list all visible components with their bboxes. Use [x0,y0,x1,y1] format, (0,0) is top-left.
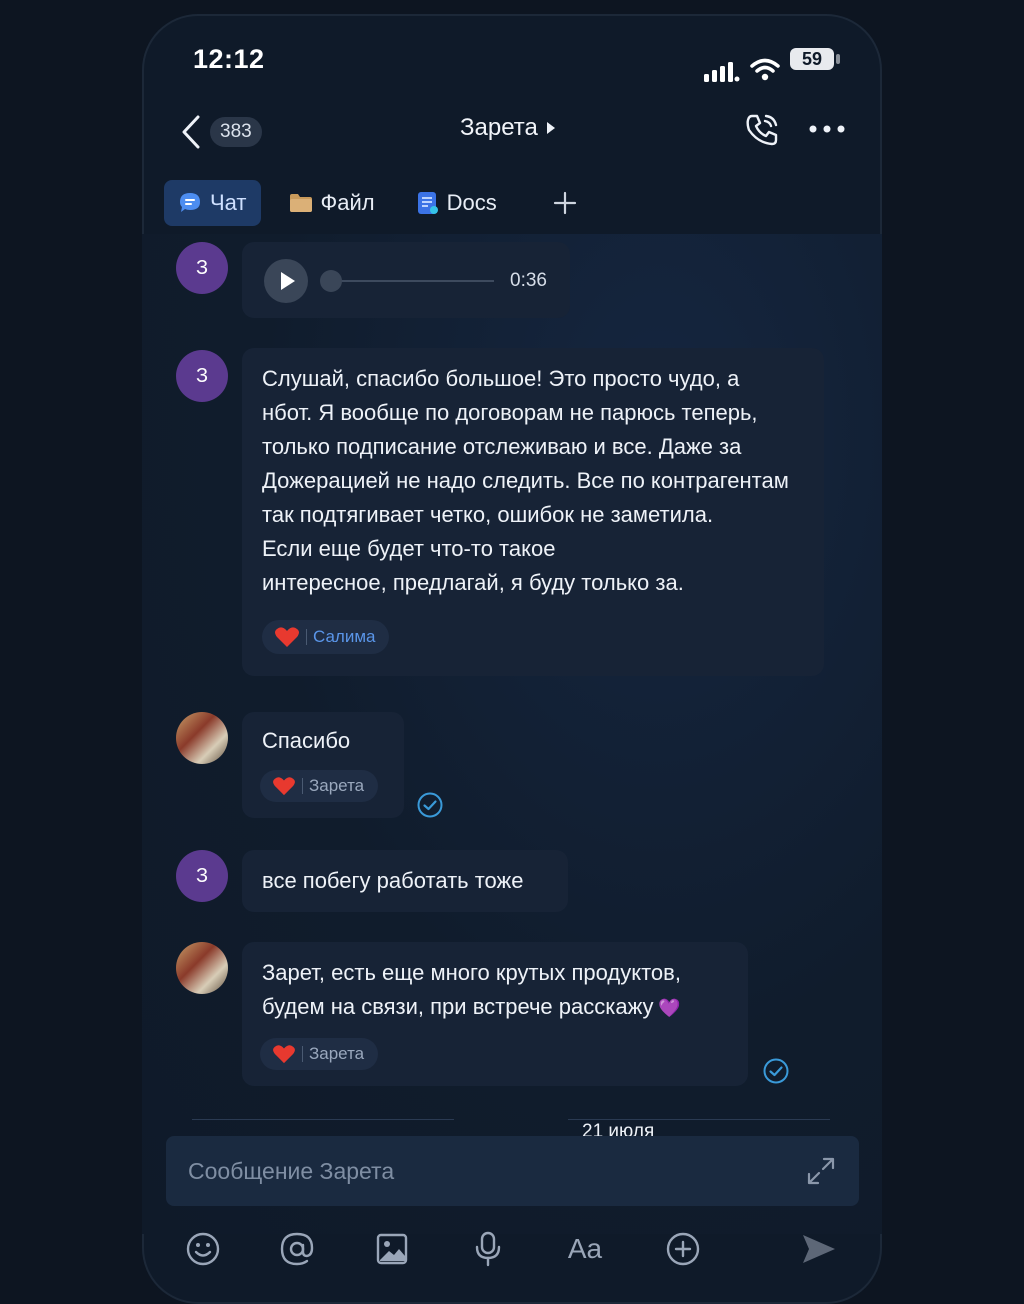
text-format-button[interactable]: Aa [560,1224,610,1274]
send-icon [803,1235,835,1263]
reaction-separator [302,1046,303,1062]
reaction-separator [306,629,307,645]
reaction-badge[interactable]: Салима [262,620,390,654]
message-text: все побегу работать тоже [262,868,524,893]
phone-call-icon [746,114,778,146]
tab-bar: Чат Файл Docs [164,180,605,226]
heart-icon [273,1045,295,1064]
reaction-badge[interactable]: Зарета [260,1038,379,1070]
tab-chat[interactable]: Чат [164,180,261,226]
reaction-separator [302,778,303,794]
wifi-icon [750,58,780,81]
plus-circle-icon [666,1232,700,1266]
audio-duration: 0:36 [510,270,547,291]
purple-heart-emoji: 💜 [658,998,681,1018]
chat-title-text: Зарета [460,114,538,141]
plus-icon [553,191,576,215]
more-options-button[interactable] [808,122,846,140]
battery-tip [836,54,840,64]
avatar[interactable] [176,712,228,764]
reaction-user: Зарета [309,776,365,795]
composer-toolbar: Aa [142,1224,882,1284]
divider-line [568,1119,830,1120]
chat-title[interactable]: Зарета [460,114,556,142]
battery-indicator: 59 [790,48,834,70]
voice-record-button[interactable] [463,1224,513,1274]
status-bar: 12:12 59 [142,14,882,104]
call-button[interactable] [744,112,780,153]
caret-right-icon [546,122,555,134]
message-bubble: Слушай, спасибо большое! Это просто чудо… [242,348,824,676]
play-icon [281,272,295,290]
reaction-user: Зарета [309,1044,365,1063]
avatar[interactable]: З [176,350,228,402]
expand-arrows-icon [807,1157,835,1185]
send-button[interactable] [794,1224,844,1274]
message-bubble: Спасибо Зарета [242,712,404,818]
reaction-user: Салима [313,627,376,646]
mention-button[interactable] [272,1224,322,1274]
image-icon [376,1233,408,1265]
folder-icon [289,194,312,212]
message-text: Зарет, есть еще много крутых продуктов, … [262,960,681,1019]
tab-files[interactable]: Файл [275,180,389,226]
message-input[interactable] [186,1152,790,1190]
back-button[interactable]: 383 [180,112,310,152]
voice-message-bubble: 0:36 [242,242,570,318]
microphone-icon [475,1231,501,1267]
avatar[interactable]: З [176,242,228,294]
signal-icon [704,62,740,82]
message-composer [166,1136,859,1206]
add-tab-button[interactable] [539,180,591,226]
emoji-icon [186,1232,220,1266]
heart-icon [275,627,299,647]
mention-icon [280,1232,314,1266]
read-check-icon [763,1058,789,1084]
message-text: Слушай, спасибо большое! Это просто чудо… [262,366,789,595]
chat-bubble-icon [180,193,200,212]
message-text-wrap: Зарет, есть еще много крутых продуктов, … [262,956,742,1024]
attach-button[interactable] [658,1224,708,1274]
tab-chat-label: Чат [210,190,247,215]
tab-docs-label: Docs [446,190,497,215]
expand-button[interactable] [806,1156,836,1191]
status-time: 12:12 [193,44,265,74]
emoji-button[interactable] [178,1224,228,1274]
tab-files-label: Файл [320,190,375,215]
image-button[interactable] [367,1224,417,1274]
read-check-icon [417,792,443,818]
heart-icon [273,777,295,796]
chevron-left-icon [182,115,200,149]
tab-docs[interactable]: Docs [403,180,511,226]
avatar[interactable] [176,942,228,994]
message-text: Спасибо [262,728,351,753]
avatar[interactable]: З [176,850,228,902]
ellipsis-icon [809,125,845,133]
play-button[interactable] [264,259,308,303]
message-bubble: Зарет, есть еще много крутых продуктов, … [242,942,748,1086]
docs-icon [417,192,438,214]
text-format-icon: Aa [567,1233,603,1264]
audio-progress-handle[interactable] [320,270,342,292]
message-bubble: все побегу работать тоже [242,850,568,912]
divider-line [192,1119,454,1120]
audio-progress-track[interactable] [338,280,494,282]
reaction-badge[interactable]: Зарета [260,770,379,802]
unread-count-badge: 383 [210,117,262,147]
phone-frame: 12:12 59 383 Зарета Чат Файл Docs З 0:36… [142,14,882,1304]
